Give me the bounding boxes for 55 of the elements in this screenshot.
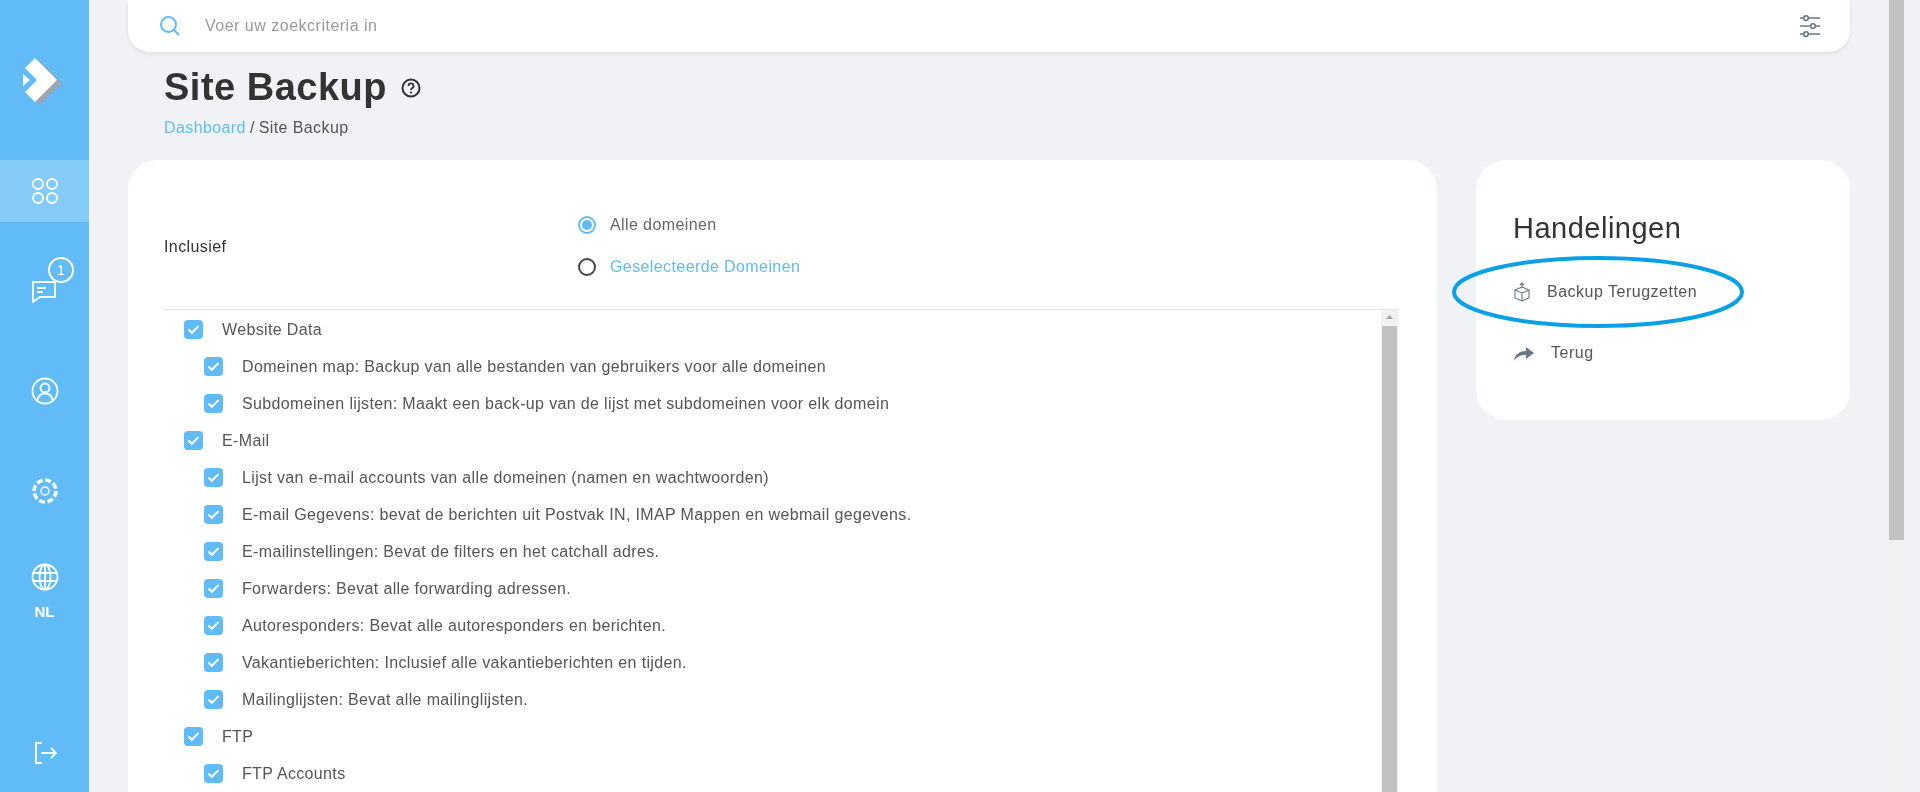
user-icon <box>30 377 59 405</box>
checkbox[interactable] <box>204 616 223 635</box>
option-label: Mailinglijsten: Bevat alle mailinglijsten. <box>242 690 528 709</box>
checkbox[interactable] <box>204 468 223 487</box>
search-icon <box>159 15 181 37</box>
option-label: Lijst van e-mail accounts van alle domeinen (namen en wachtwoorden) <box>242 468 769 487</box>
checkbox[interactable] <box>204 764 223 783</box>
breadcrumb-separator: / <box>249 119 255 137</box>
sidebar-item[interactable]: 1 <box>0 260 89 322</box>
page-scrollbar[interactable] <box>1889 0 1904 540</box>
checkbox[interactable] <box>204 505 223 524</box>
grid-icon <box>30 177 59 205</box>
checkbox[interactable] <box>184 320 203 339</box>
checkbox[interactable] <box>184 431 203 450</box>
option-label: FTP Accounts <box>242 764 346 783</box>
checkbox[interactable] <box>204 394 223 413</box>
chat-icon <box>31 279 58 303</box>
language-label: NL <box>34 602 55 620</box>
breadcrumb-current: Site Backup <box>258 119 349 137</box>
group-label: Website Data <box>222 320 322 339</box>
option-label: Forwarders: Bevat alle forwarding adressen. <box>242 579 571 598</box>
filter-sliders-icon[interactable] <box>1798 14 1822 38</box>
page-title: Site Backup <box>164 66 388 109</box>
actions-title: Handelingen <box>1513 212 1683 245</box>
search-bar[interactable]: Voer uw zoekcriteria in <box>128 0 1850 52</box>
checkbox[interactable] <box>184 727 203 746</box>
box-icon <box>1513 282 1531 302</box>
checkbox[interactable] <box>204 579 223 598</box>
help-icon[interactable] <box>401 77 422 98</box>
checkbox[interactable] <box>204 542 223 561</box>
scope-label: Inclusief <box>164 236 228 256</box>
option-label: Vakantieberichten: Inclusief alle vakantieberichten en tijden. <box>242 653 687 672</box>
breadcrumb-link[interactable]: Dashboard <box>164 119 246 137</box>
globe-icon <box>30 562 59 591</box>
radio-label[interactable]: Geselecteerde Domeinen <box>610 257 801 276</box>
group-label: E-Mail <box>222 431 270 450</box>
option-label: Autoresponders: Bevat alle autoresponders en berichten. <box>242 616 666 635</box>
option-label: E-mail Gegevens: bevat de berichten uit Postvak IN, IMAP Mappen en webmail gegevens. <box>242 505 912 524</box>
option-label: E-mailinstellingen: Bevat de filters en het catchall adres. <box>242 542 660 561</box>
option-label: Subdomeinen lijsten: Maakt een back-up van de lijst met subdomeinen voor elk domein <box>242 394 890 413</box>
action-link[interactable]: Terug <box>1513 334 1594 372</box>
option-label: Domeinen map: Backup van alle bestanden van gebruikers voor alle domeinen <box>242 357 827 376</box>
group-label: FTP <box>222 727 254 746</box>
radio-label[interactable]: Alle domeinen <box>610 215 717 234</box>
checkbox[interactable] <box>204 357 223 376</box>
radio-button[interactable] <box>578 257 596 276</box>
radio-button[interactable] <box>578 215 596 234</box>
sidebar-item[interactable]: NL <box>0 560 89 622</box>
sidebar-item[interactable] <box>0 160 89 222</box>
scrollbar[interactable] <box>1381 310 1398 792</box>
notification-badge: 1 <box>48 257 74 283</box>
checkbox[interactable] <box>204 653 223 672</box>
checkbox[interactable] <box>204 690 223 709</box>
gear-icon <box>29 476 60 506</box>
forward-arrow-icon <box>1513 344 1535 362</box>
